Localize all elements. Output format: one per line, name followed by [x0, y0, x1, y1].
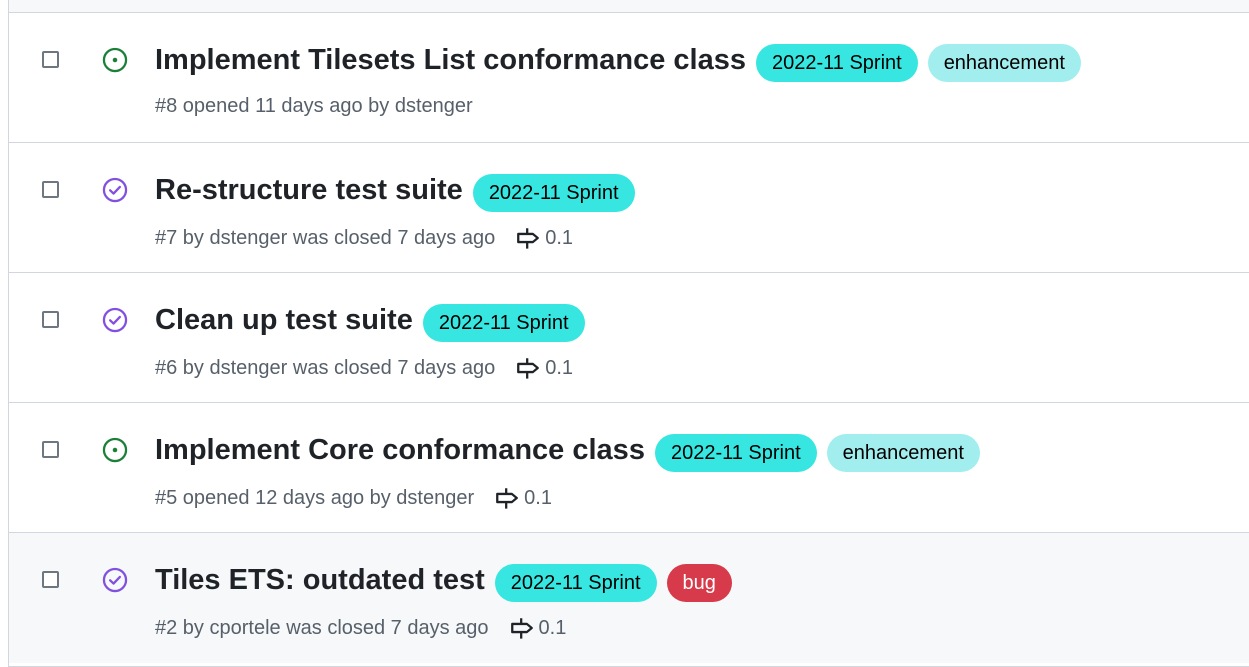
- label-bug[interactable]: bug: [666, 564, 732, 602]
- select-checkbox[interactable]: [42, 181, 59, 198]
- issue-list: Implement Tilesets List conformance clas…: [8, 0, 1249, 667]
- milestone-link[interactable]: 0.1: [515, 355, 573, 381]
- select-checkbox[interactable]: [42, 571, 59, 588]
- milestone-label: 0.1: [524, 486, 552, 509]
- select-checkbox[interactable]: [42, 311, 59, 328]
- issue-meta: #2 by cportele was closed 7 days ago: [155, 616, 489, 639]
- issue-meta: #8 opened 11 days ago by dstenger: [155, 95, 473, 117]
- milestone-link[interactable]: 0.1: [494, 485, 552, 511]
- milestone-icon: [510, 618, 533, 639]
- milestone-link[interactable]: 0.1: [509, 615, 567, 641]
- select-checkbox[interactable]: [42, 51, 59, 68]
- label-enhancement[interactable]: enhancement: [826, 434, 980, 472]
- issue-row[interactable]: Tiles ETS: outdated test 2022-11 Sprint …: [9, 533, 1249, 663]
- issue-meta: #5 opened 12 days ago by dstenger: [155, 486, 475, 509]
- issue-row[interactable]: Clean up test suite 2022-11 Sprint #6 by…: [9, 273, 1249, 403]
- label-sprint[interactable]: 2022-11 Sprint: [755, 44, 918, 82]
- select-checkbox[interactable]: [42, 441, 59, 458]
- issue-row[interactable]: Implement Core conformance class 2022-11…: [9, 403, 1249, 533]
- issue-closed-icon: [102, 567, 128, 593]
- issue-title-link[interactable]: Implement Tilesets List conformance clas…: [155, 44, 746, 77]
- list-header-strip: [9, 0, 1249, 13]
- milestone-icon: [496, 488, 519, 509]
- label-sprint[interactable]: 2022-11 Sprint: [494, 564, 657, 602]
- issue-title-link[interactable]: Re-structure test suite: [155, 174, 463, 207]
- milestone-link[interactable]: 0.1: [515, 225, 573, 251]
- issue-meta: #7 by dstenger was closed 7 days ago: [155, 226, 496, 249]
- issue-open-icon: [102, 47, 128, 73]
- issue-closed-icon: [102, 177, 128, 203]
- label-enhancement[interactable]: enhancement: [927, 44, 1081, 82]
- label-sprint[interactable]: 2022-11 Sprint: [422, 304, 585, 342]
- issue-open-icon: [102, 437, 128, 463]
- milestone-icon: [517, 358, 540, 379]
- issue-title-link[interactable]: Implement Core conformance class: [155, 434, 645, 467]
- issue-row[interactable]: Implement Tilesets List conformance clas…: [9, 13, 1249, 143]
- issue-title-link[interactable]: Clean up test suite: [155, 304, 413, 337]
- milestone-icon: [517, 228, 540, 249]
- label-sprint[interactable]: 2022-11 Sprint: [472, 174, 635, 212]
- milestone-label: 0.1: [545, 226, 574, 249]
- milestone-label: 0.1: [545, 356, 574, 379]
- label-sprint[interactable]: 2022-11 Sprint: [654, 434, 817, 472]
- issue-title-link[interactable]: Tiles ETS: outdated test: [155, 564, 485, 597]
- issue-meta: #6 by dstenger was closed 7 days ago: [155, 356, 496, 379]
- milestone-label: 0.1: [538, 616, 567, 639]
- issue-closed-icon: [102, 307, 128, 333]
- issue-row[interactable]: Re-structure test suite 2022-11 Sprint #…: [9, 143, 1249, 273]
